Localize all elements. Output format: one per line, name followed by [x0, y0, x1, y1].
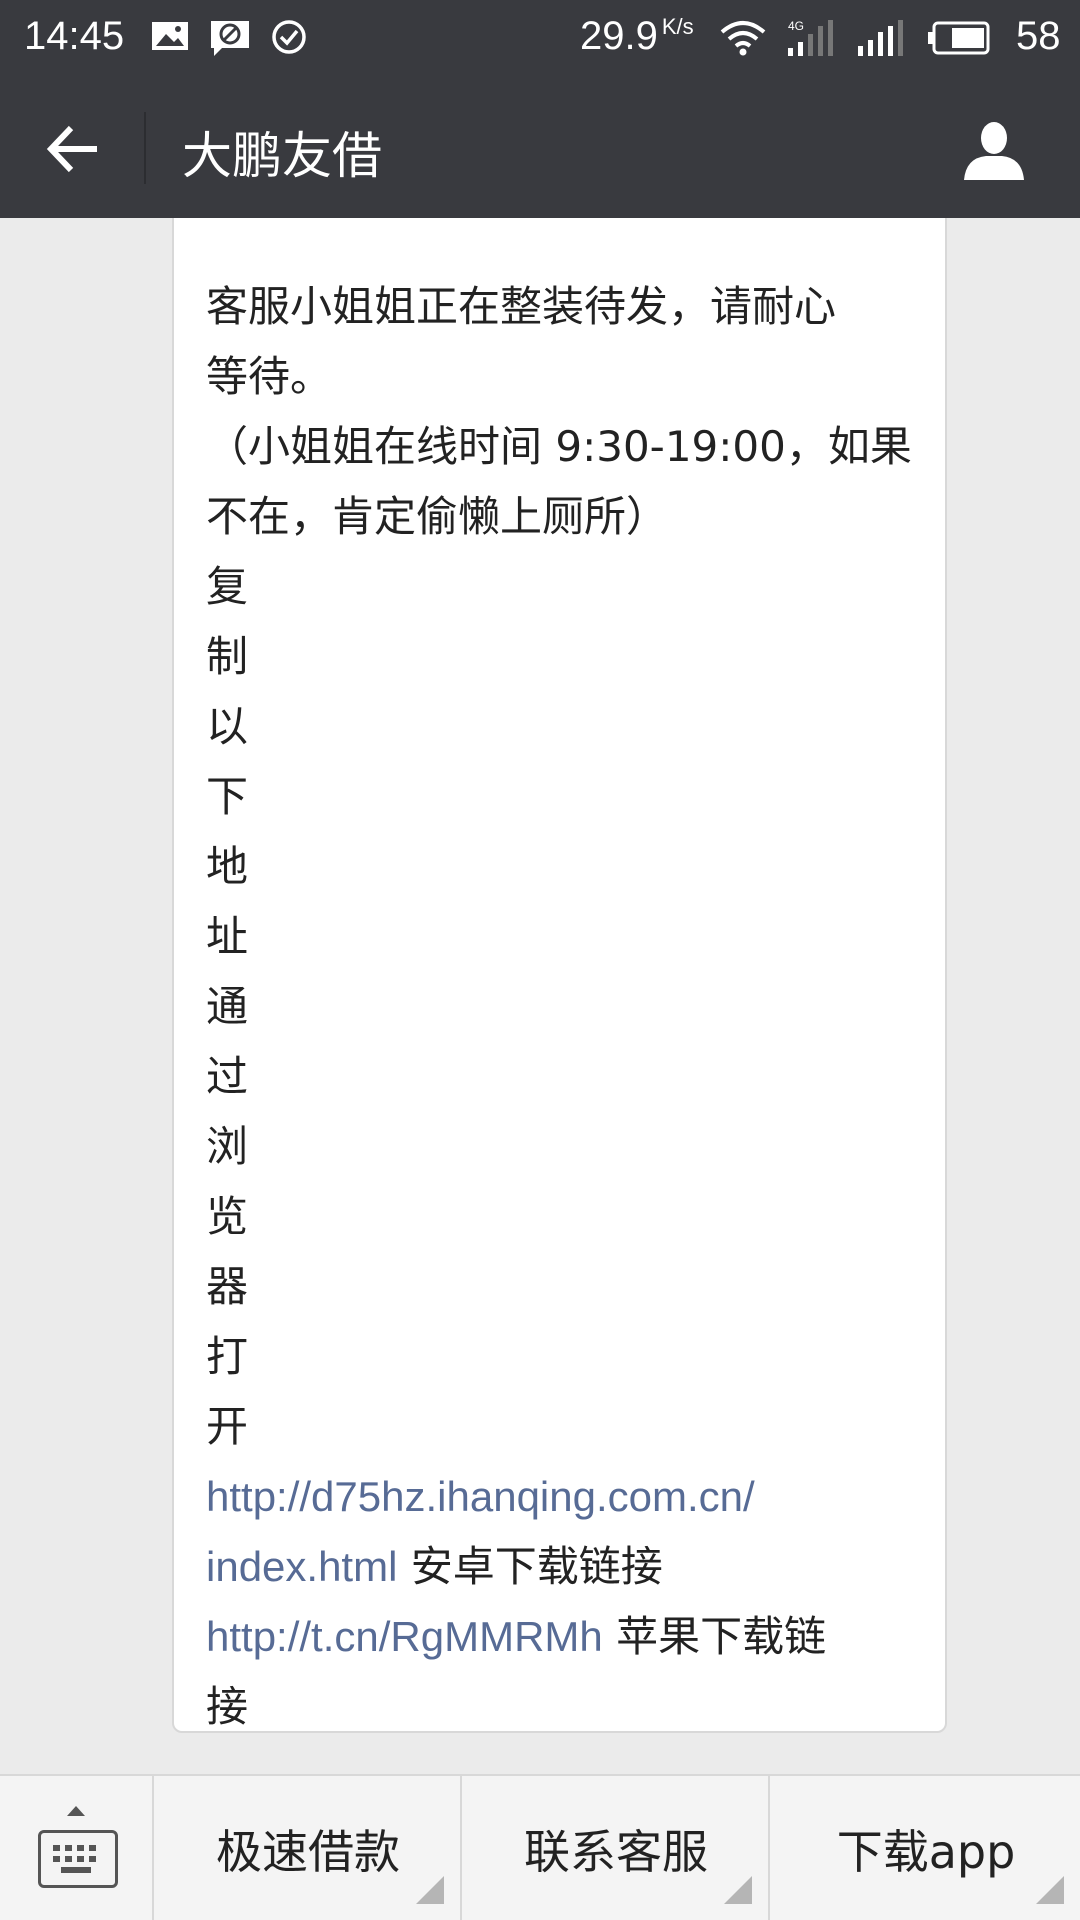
menu-contact-service-label: 联系客服 — [524, 1825, 708, 1879]
check-circle-icon — [272, 20, 306, 54]
back-arrow-icon — [46, 125, 97, 173]
back-button[interactable] — [30, 114, 116, 184]
message-line: 不在，肯定偷懒上厕所） — [206, 492, 669, 541]
page-title: 大鹏友借 — [182, 127, 382, 185]
message-line: 制 — [206, 632, 249, 681]
chat-area[interactable]: 透，有借不难。 客服小姐姐正在整装待发，请耐心 等待。 （小姐姐在线时间 9:3… — [0, 218, 1080, 1774]
battery-level: 58 — [1016, 14, 1061, 58]
message-line: 通 — [206, 982, 249, 1031]
menu-contact-service[interactable]: 联系客服 — [464, 1776, 770, 1920]
keyboard-toggle-button[interactable] — [0, 1776, 154, 1920]
message-line: 地 — [206, 842, 249, 891]
message-text: 透，有借不难。 客服小姐姐正在整装待发，请耐心 等待。 （小姐姐在线时间 9:3… — [206, 218, 926, 1742]
status-time: 14:45 — [24, 14, 125, 58]
message-line: 浏 — [206, 1122, 249, 1171]
bottom-menu: 极速借款 联系客服 下载app — [0, 1774, 1080, 1920]
title-divider — [144, 112, 146, 184]
submenu-indicator-icon — [416, 1876, 444, 1904]
message-line: 址 — [206, 912, 249, 961]
message-line: 打 — [206, 1332, 249, 1381]
cut-off-line: 透，有借不难。 — [206, 218, 926, 272]
message-line: 下 — [206, 772, 249, 821]
image-icon — [152, 22, 188, 50]
expand-up-icon — [67, 1806, 85, 1816]
android-label: 安卓下载链接 — [397, 1542, 663, 1591]
profile-button[interactable] — [954, 110, 1034, 190]
message-line: 器 — [206, 1262, 249, 1311]
message-line: 复 — [206, 562, 249, 611]
notification-icons — [150, 18, 308, 58]
message-line: 客服小姐姐正在整装待发，请耐心 — [206, 282, 837, 331]
keyboard-keys — [53, 1845, 96, 1873]
system-icons: 4G — [718, 18, 992, 58]
blocked-message-icon — [211, 21, 249, 56]
ios-label-cont: 接 — [206, 1682, 249, 1731]
android-link-line: index.html 安卓下载链接 — [206, 1532, 926, 1602]
network-speed: 29.9 K/s — [580, 14, 694, 59]
android-download-link-cont[interactable]: index.html — [206, 1543, 397, 1590]
signal-icon — [858, 20, 903, 56]
message-line: 过 — [206, 1052, 249, 1101]
android-download-link[interactable]: http://d75hz.ihanqing.com.cn/ — [206, 1473, 755, 1520]
message-line: 等待。 — [206, 352, 333, 401]
message-bubble[interactable]: 透，有借不难。 客服小姐姐正在整装待发，请耐心 等待。 （小姐姐在线时间 9:3… — [172, 218, 947, 1733]
network-type: 4G — [788, 19, 804, 33]
menu-download-app-label: 下载app — [836, 1825, 1016, 1879]
signal-4g-icon: 4G — [788, 19, 833, 56]
message-line: 开 — [206, 1402, 249, 1451]
speed-value: 29.9 — [580, 14, 658, 58]
ios-download-link[interactable]: http://t.cn/RgMMRMh — [206, 1613, 603, 1660]
message-line: 以 — [206, 702, 249, 751]
keyboard-icon — [38, 1830, 118, 1888]
submenu-indicator-icon — [1036, 1876, 1064, 1904]
menu-quick-loan[interactable]: 极速借款 — [156, 1776, 462, 1920]
ios-label: 苹果下载链 — [602, 1612, 827, 1661]
title-bar: 大鹏友借 — [0, 76, 1080, 218]
menu-quick-loan-label: 极速借款 — [216, 1825, 400, 1879]
status-bar: 14:45 29.9 K/s 4G 58 — [0, 0, 1080, 76]
android-link-line: http://d75hz.ihanqing.com.cn/ — [206, 1462, 926, 1532]
speed-unit: K/s — [661, 14, 694, 39]
message-line: （小姐姐在线时间 9:30-19:00，如果 — [206, 422, 912, 471]
message-line: 览 — [206, 1192, 249, 1241]
menu-download-app[interactable]: 下载app — [772, 1776, 1080, 1920]
battery-icon — [928, 21, 990, 55]
ios-link-line: http://t.cn/RgMMRMh 苹果下载链 — [206, 1602, 926, 1672]
wifi-icon — [720, 21, 766, 56]
submenu-indicator-icon — [724, 1876, 752, 1904]
person-icon — [964, 122, 1024, 180]
